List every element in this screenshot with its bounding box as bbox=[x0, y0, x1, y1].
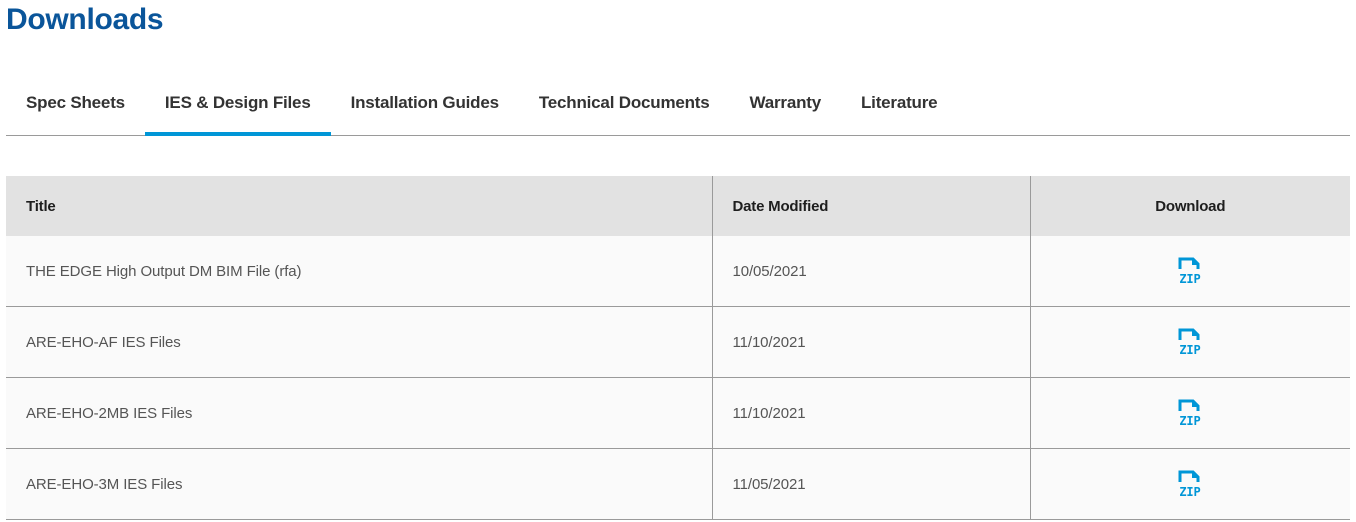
row-date-modified: 11/05/2021 bbox=[711, 448, 1030, 520]
table-row: THE EDGE High Output DM BIM File (rfa) 1… bbox=[6, 236, 1350, 307]
row-title: ARE-EHO-2MB IES Files bbox=[6, 377, 712, 449]
table-row: ARE-EHO-3M IES Files 11/05/2021 ZIP bbox=[6, 448, 1350, 520]
row-title: ARE-EHO-3M IES Files bbox=[6, 448, 712, 520]
row-download-cell: ZIP bbox=[1029, 236, 1350, 307]
tab-spec-sheets[interactable]: Spec Sheets bbox=[6, 80, 145, 135]
zip-file-icon[interactable]: ZIP bbox=[1176, 256, 1204, 286]
zip-label: ZIP bbox=[1180, 485, 1201, 499]
downloads-table: Title Date Modified Download THE EDGE Hi… bbox=[6, 176, 1350, 520]
row-title: ARE-EHO-AF IES Files bbox=[6, 306, 712, 378]
column-header-download: Download bbox=[1029, 176, 1350, 236]
table-row: ARE-EHO-2MB IES Files 11/10/2021 ZIP bbox=[6, 377, 1350, 449]
tab-bar: Spec Sheets IES & Design Files Installat… bbox=[6, 80, 1350, 136]
zip-file-icon[interactable]: ZIP bbox=[1176, 469, 1204, 499]
row-date-modified: 11/10/2021 bbox=[711, 306, 1030, 378]
zip-label: ZIP bbox=[1180, 272, 1201, 286]
tab-ies-design-files[interactable]: IES & Design Files bbox=[144, 80, 331, 136]
zip-label: ZIP bbox=[1180, 414, 1201, 428]
tab-literature[interactable]: Literature bbox=[841, 80, 957, 135]
zip-file-icon[interactable]: ZIP bbox=[1176, 398, 1204, 428]
row-download-cell: ZIP bbox=[1029, 306, 1350, 378]
column-header-date-modified: Date Modified bbox=[711, 176, 1030, 236]
tab-technical-documents[interactable]: Technical Documents bbox=[519, 80, 730, 135]
row-title: THE EDGE High Output DM BIM File (rfa) bbox=[6, 236, 712, 307]
tab-installation-guides[interactable]: Installation Guides bbox=[331, 80, 519, 135]
zip-file-icon[interactable]: ZIP bbox=[1176, 327, 1204, 357]
row-date-modified: 11/10/2021 bbox=[711, 377, 1030, 449]
tab-warranty[interactable]: Warranty bbox=[730, 80, 841, 135]
row-date-modified: 10/05/2021 bbox=[711, 236, 1030, 307]
table-row: ARE-EHO-AF IES Files 11/10/2021 ZIP bbox=[6, 306, 1350, 378]
row-download-cell: ZIP bbox=[1029, 377, 1350, 449]
page-title: Downloads bbox=[6, 3, 164, 36]
column-header-title: Title bbox=[6, 176, 712, 236]
downloads-section: Downloads Spec Sheets IES & Design Files… bbox=[0, 0, 1356, 522]
table-header-row: Title Date Modified Download bbox=[6, 176, 1350, 236]
zip-label: ZIP bbox=[1180, 343, 1201, 357]
row-download-cell: ZIP bbox=[1029, 448, 1350, 520]
